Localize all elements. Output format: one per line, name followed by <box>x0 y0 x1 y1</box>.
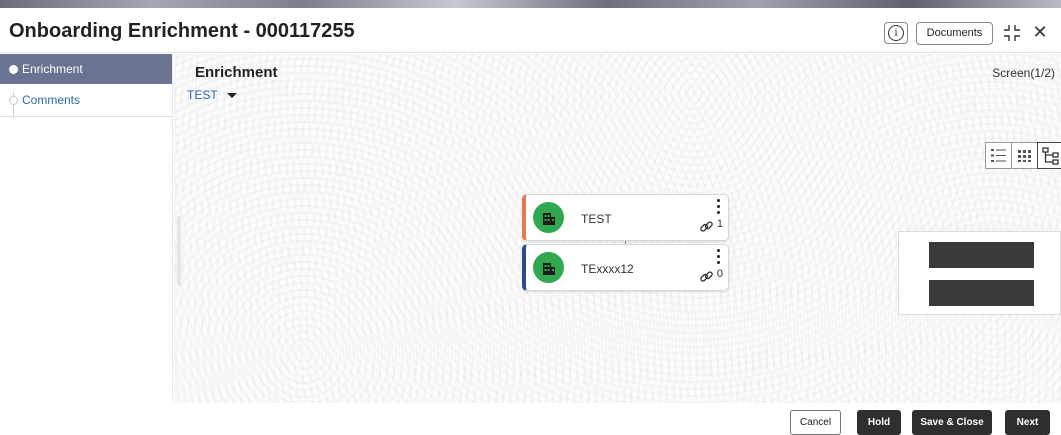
building-icon <box>533 202 564 233</box>
entity-node-texxxx12[interactable]: TExxxx12 0 <box>522 244 729 291</box>
kebab-menu-icon[interactable] <box>717 249 721 267</box>
grid-view-button[interactable] <box>1011 142 1038 169</box>
sidebar-item-label: Comments <box>22 93 81 107</box>
list-view-icon <box>991 149 1006 162</box>
entity-select-value: TEST <box>187 88 218 102</box>
minimap-node <box>929 242 1034 268</box>
cancel-button[interactable]: Cancel <box>790 410 841 435</box>
close-icon[interactable]: ✕ <box>1031 23 1049 41</box>
sidebar-item-enrichment[interactable]: Enrichment <box>0 54 172 84</box>
footer-bar: Cancel Hold Save & Close Next <box>0 403 1061 435</box>
link-count: 1 <box>716 218 723 230</box>
step-dot-icon <box>9 65 18 74</box>
building-icon <box>533 252 564 283</box>
minimap-node <box>929 280 1034 306</box>
main-panel: Enrichment Screen(1/2) TEST TEST 1 TExxx… <box>174 54 1061 403</box>
sidebar: Enrichment Comments <box>0 54 173 435</box>
minimap[interactable] <box>898 231 1061 315</box>
entity-node-test[interactable]: TEST 1 <box>522 194 729 241</box>
window-title: Onboarding Enrichment - 000117255 <box>9 20 355 42</box>
save-close-button[interactable]: Save & Close <box>912 410 992 435</box>
view-toggle-group <box>985 142 1061 169</box>
screen-indicator: Screen(1/2) <box>992 66 1055 80</box>
node-name: TExxxx12 <box>581 262 634 276</box>
tree-view-button[interactable] <box>1037 142 1061 169</box>
step-dot-icon <box>9 96 18 105</box>
scroll-handle[interactable] <box>177 216 181 286</box>
entity-select[interactable]: TEST <box>187 88 237 102</box>
link-icon <box>700 221 713 232</box>
link-icon <box>700 271 713 282</box>
node-name: TEST <box>581 212 612 226</box>
info-button[interactable]: i <box>884 22 908 44</box>
collapse-icon[interactable] <box>1003 24 1021 42</box>
link-count: 0 <box>716 268 723 280</box>
window-top-strip <box>0 0 1061 8</box>
hold-button[interactable]: Hold <box>857 410 901 435</box>
list-view-button[interactable] <box>985 142 1012 169</box>
kebab-menu-icon[interactable] <box>717 199 721 217</box>
documents-button[interactable]: Documents <box>916 22 993 45</box>
next-button[interactable]: Next <box>1005 410 1050 435</box>
sidebar-item-label: Enrichment <box>22 62 83 76</box>
window-header: Onboarding Enrichment - 000117255 i Docu… <box>0 8 1061 53</box>
page-title: Enrichment <box>195 64 278 81</box>
tree-view-icon <box>1041 146 1059 165</box>
info-icon: i <box>888 25 904 41</box>
grid-view-icon <box>1018 150 1031 162</box>
sidebar-item-comments[interactable]: Comments <box>0 84 172 117</box>
caret-down-icon <box>226 93 237 99</box>
